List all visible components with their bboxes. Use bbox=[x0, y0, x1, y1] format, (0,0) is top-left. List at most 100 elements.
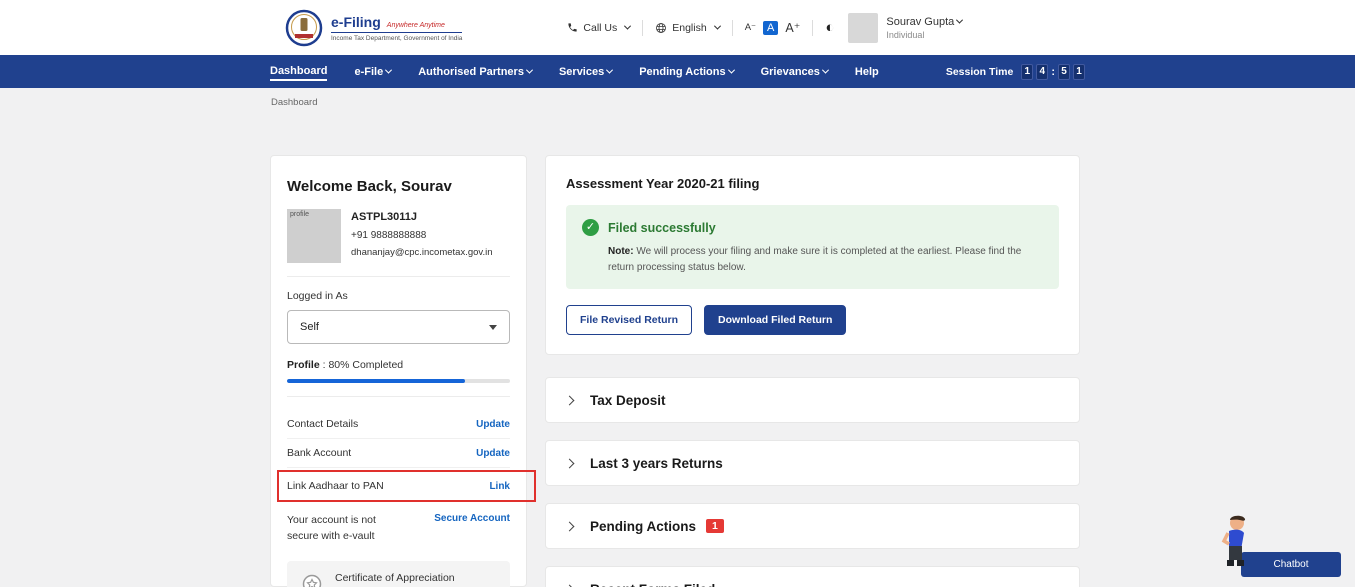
font-increase-button[interactable]: A⁺ bbox=[785, 20, 800, 35]
chevron-down-icon bbox=[728, 67, 735, 74]
download-filed-return-button[interactable]: Download Filed Return bbox=[704, 305, 846, 335]
profile-photo: profile bbox=[287, 209, 341, 263]
chatbot-avatar-icon bbox=[1215, 513, 1255, 569]
select-caret-icon bbox=[489, 325, 497, 330]
divider bbox=[812, 20, 813, 36]
phone-icon bbox=[567, 22, 578, 33]
chevron-right-icon bbox=[565, 458, 575, 468]
brand-title: e-Filing bbox=[331, 14, 381, 30]
nav-item-efile[interactable]: e-File bbox=[354, 55, 391, 88]
accordion-tax-deposit[interactable]: Tax Deposit bbox=[545, 377, 1080, 423]
profile-info: ASTPL3011J +91 9888888888 dhananjay@cpc.… bbox=[351, 209, 493, 263]
session-colon: : bbox=[1051, 66, 1055, 78]
chevron-down-icon bbox=[956, 17, 963, 24]
font-normal-button[interactable]: A bbox=[763, 21, 778, 35]
bank-account-update-link[interactable]: Update bbox=[476, 448, 510, 459]
filing-card: Assessment Year 2020-21 filing ✓ Filed s… bbox=[545, 155, 1080, 355]
user-meta: Sourav Gupta Individual bbox=[886, 16, 962, 40]
dark-mode-toggle-icon[interactable]: ◐ bbox=[825, 20, 834, 35]
link-aadhaar-link[interactable]: Link bbox=[489, 481, 510, 492]
call-us-menu[interactable]: Call Us bbox=[567, 22, 630, 34]
brand-tagline: Anywhere Anytime bbox=[387, 22, 445, 29]
filing-status-text: Filed successfully bbox=[608, 221, 716, 235]
logged-in-as-label: Logged in As bbox=[287, 290, 510, 302]
session-digit: 1 bbox=[1073, 64, 1085, 80]
bank-account-label: Bank Account bbox=[287, 447, 351, 459]
nav-item-help[interactable]: Help bbox=[855, 55, 879, 88]
certificate-box: Certificate of Appreciation View Certifi… bbox=[287, 561, 510, 587]
session-digit: 1 bbox=[1021, 64, 1033, 80]
logged-in-as-value: Self bbox=[300, 321, 319, 333]
certificate-text: Certificate of Appreciation View Certifi… bbox=[335, 572, 455, 587]
accordion-last-3-years-returns[interactable]: Last 3 years Returns bbox=[545, 440, 1080, 486]
chatbot-widget[interactable]: Chatbot bbox=[1241, 552, 1341, 577]
profile-completion-text: Profile : 80% Completed bbox=[287, 359, 510, 371]
page: e-Filing Anywhere Anytime Income Tax Dep… bbox=[0, 0, 1355, 587]
contact-details-update-link[interactable]: Update bbox=[476, 419, 510, 430]
avatar bbox=[848, 13, 878, 43]
filing-note: Note: We will process your filing and ma… bbox=[608, 244, 1043, 275]
pending-actions-badge: 1 bbox=[706, 519, 724, 533]
secure-account-link[interactable]: Secure Account bbox=[434, 513, 510, 524]
language-menu[interactable]: English bbox=[655, 22, 719, 34]
brand-subtitle: Income Tax Department, Government of Ind… bbox=[331, 35, 462, 42]
chevron-right-icon bbox=[565, 521, 575, 531]
accordion-title: Last 3 years Returns bbox=[590, 456, 723, 471]
font-size-controls: A⁻ A A⁺ bbox=[745, 20, 801, 35]
breadcrumb: Dashboard bbox=[271, 97, 317, 108]
annotation-highlight-box: Link Aadhaar to PAN Link bbox=[277, 470, 536, 502]
font-decrease-button[interactable]: A⁻ bbox=[745, 22, 756, 33]
accordion-title: Tax Deposit bbox=[590, 393, 666, 408]
user-menu[interactable]: Sourav Gupta Individual bbox=[848, 13, 962, 43]
divider bbox=[732, 20, 733, 36]
chevron-right-icon bbox=[565, 395, 575, 405]
chatbot-button[interactable]: Chatbot bbox=[1241, 552, 1341, 577]
divider bbox=[287, 396, 510, 397]
note-text: We will process your filing and make sur… bbox=[608, 246, 1021, 273]
session-digit: 4 bbox=[1036, 64, 1048, 80]
chevron-down-icon bbox=[822, 67, 829, 74]
chatbot-label: Chatbot bbox=[1273, 559, 1308, 570]
filing-status-row: ✓ Filed successfully bbox=[582, 219, 1043, 236]
medal-icon bbox=[299, 573, 325, 587]
main-nav: Dashboard e-File Authorised Partners Ser… bbox=[0, 55, 1355, 88]
filing-card-title: Assessment Year 2020-21 filing bbox=[566, 176, 1059, 191]
accordion-recent-forms-filed[interactable]: Recent Forms Filed bbox=[545, 566, 1080, 587]
session-timer: Session Time 1 4 : 5 1 bbox=[946, 64, 1085, 80]
nav-item-authorised-partners[interactable]: Authorised Partners bbox=[418, 55, 532, 88]
logged-in-as-select[interactable]: Self bbox=[287, 310, 510, 344]
header-actions: Call Us English A⁻ A A⁺ ◐ bbox=[567, 13, 962, 43]
contact-details-label: Contact Details bbox=[287, 418, 358, 430]
link-aadhaar-label: Link Aadhaar to PAN bbox=[287, 480, 384, 492]
income-tax-emblem-icon bbox=[285, 9, 323, 47]
note-label: Note: bbox=[608, 246, 634, 257]
link-aadhaar-row: Link Aadhaar to PAN Link bbox=[287, 472, 510, 500]
language-label: English bbox=[672, 22, 706, 34]
pan-number: ASTPL3011J bbox=[351, 211, 493, 223]
success-check-icon: ✓ bbox=[582, 219, 599, 236]
divider bbox=[287, 276, 510, 277]
nav-item-pending-actions[interactable]: Pending Actions bbox=[639, 55, 733, 88]
accordion-pending-actions[interactable]: Pending Actions 1 bbox=[545, 503, 1080, 549]
profile-photo-alt: profile bbox=[290, 211, 309, 218]
call-us-label: Call Us bbox=[583, 22, 617, 34]
chevron-down-icon bbox=[606, 67, 613, 74]
session-digit: 5 bbox=[1058, 64, 1070, 80]
bank-account-row: Bank Account Update bbox=[287, 439, 510, 468]
filing-actions: File Revised Return Download Filed Retur… bbox=[566, 305, 1059, 335]
chevron-down-icon bbox=[624, 23, 631, 30]
chevron-down-icon bbox=[714, 23, 721, 30]
evault-row: Your account is not secure with e-vault … bbox=[287, 504, 510, 553]
profile-progress-bar bbox=[287, 379, 510, 383]
file-revised-return-button[interactable]: File Revised Return bbox=[566, 305, 692, 335]
contact-details-row: Contact Details Update bbox=[287, 410, 510, 439]
nav-item-services[interactable]: Services bbox=[559, 55, 612, 88]
nav-item-dashboard[interactable]: Dashboard bbox=[270, 55, 327, 88]
email-address: dhananjay@cpc.incometax.gov.in bbox=[351, 247, 493, 258]
session-timer-label: Session Time bbox=[946, 66, 1014, 78]
divider bbox=[642, 20, 643, 36]
accordion-title: Recent Forms Filed bbox=[590, 582, 715, 587]
chevron-down-icon bbox=[526, 67, 533, 74]
app-logo: e-Filing Anywhere Anytime Income Tax Dep… bbox=[285, 9, 462, 47]
nav-item-grievances[interactable]: Grievances bbox=[761, 55, 828, 88]
